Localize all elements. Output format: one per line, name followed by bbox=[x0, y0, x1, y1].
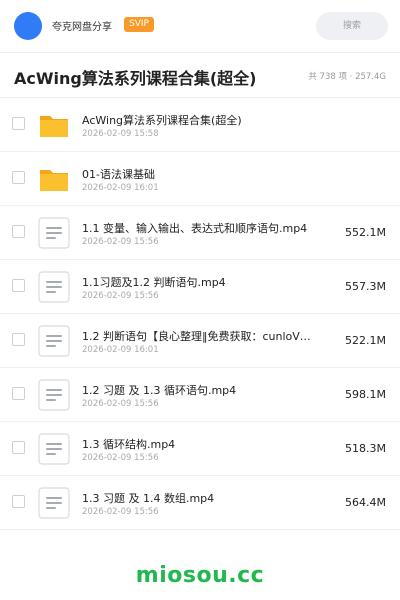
row-checkbox[interactable] bbox=[12, 117, 25, 130]
file-date: 2026-02-09 15:56 bbox=[82, 237, 159, 247]
folder-icon bbox=[38, 163, 70, 195]
file-name: 1.2 判断语句【良心整理‖免费获取：cunloV… bbox=[82, 330, 311, 343]
page-title: AcWing算法系列课程合集(超全) bbox=[14, 69, 257, 88]
file-date: 2026-02-09 15:56 bbox=[82, 453, 159, 463]
file-size: 522.1M bbox=[345, 334, 386, 347]
file-date: 2026-02-09 15:56 bbox=[82, 291, 159, 301]
folder-row[interactable]: AcWing算法系列课程合集(超全) 2026-02-09 15:58 bbox=[0, 98, 400, 152]
file-size: 564.4M bbox=[345, 496, 386, 509]
document-icon bbox=[38, 271, 70, 303]
file-size: 557.3M bbox=[345, 280, 386, 293]
row-checkbox[interactable] bbox=[12, 333, 25, 346]
file-size: 598.1M bbox=[345, 388, 386, 401]
row-checkbox[interactable] bbox=[12, 495, 25, 508]
watermark: miosou.cc bbox=[135, 563, 265, 588]
file-date: 2026-02-09 16:01 bbox=[82, 345, 159, 355]
document-icon bbox=[38, 487, 70, 519]
file-name: 1.2 习题 及 1.3 循环语句.mp4 bbox=[82, 384, 237, 397]
folder-row[interactable]: 01-语法课基础 2026-02-09 16:01 bbox=[0, 152, 400, 206]
file-row[interactable]: 1.2 判断语句【良心整理‖免费获取：cunloV… 2026-02-09 16:… bbox=[0, 314, 400, 368]
file-name: 1.3 循环结构.mp4 bbox=[82, 438, 176, 451]
file-name: 1.1习题及1.2 判断语句.mp4 bbox=[82, 276, 226, 289]
document-icon bbox=[38, 217, 70, 249]
row-checkbox[interactable] bbox=[12, 225, 25, 238]
file-date: 2026-02-09 16:01 bbox=[82, 183, 159, 193]
file-row[interactable]: 1.3 习题 及 1.4 数组.mp4 2026-02-09 15:56 564.4… bbox=[0, 476, 400, 530]
folder-header: AcWing算法系列课程合集(超全) 共 738 项 · 257.4G bbox=[0, 53, 400, 98]
file-date: 2026-02-09 15:56 bbox=[82, 399, 159, 409]
file-list: AcWing算法系列课程合集(超全) 2026-02-09 15:58 01-语法课… bbox=[0, 98, 400, 530]
document-icon bbox=[38, 379, 70, 411]
folder-summary: 共 738 项 · 257.4G bbox=[308, 72, 386, 82]
vip-badge: SVIP bbox=[124, 17, 154, 32]
file-size: 518.3M bbox=[345, 442, 386, 455]
row-checkbox[interactable] bbox=[12, 441, 25, 454]
file-row[interactable]: 1.3 循环结构.mp4 2026-02-09 15:56 518.3M bbox=[0, 422, 400, 476]
file-name: AcWing算法系列课程合集(超全) bbox=[82, 114, 242, 127]
file-row[interactable]: 1.1习题及1.2 判断语句.mp4 2026-02-09 15:56 557.3M bbox=[0, 260, 400, 314]
row-checkbox[interactable] bbox=[12, 387, 25, 400]
share-owner-name: 夸克网盘分享 bbox=[52, 22, 112, 33]
folder-icon bbox=[38, 109, 70, 141]
file-row[interactable]: 1.1 变量、输入输出、表达式和顺序语句.mp4 2026-02-09 15:56… bbox=[0, 206, 400, 260]
row-checkbox[interactable] bbox=[12, 279, 25, 292]
file-date: 2026-02-09 15:56 bbox=[82, 507, 159, 517]
avatar[interactable] bbox=[14, 12, 42, 40]
file-name: 01-语法课基础 bbox=[82, 168, 155, 181]
top-bar: 夸克网盘分享 SVIP 搜索 bbox=[0, 0, 400, 52]
file-name: 1.3 习题 及 1.4 数组.mp4 bbox=[82, 492, 215, 505]
document-icon bbox=[38, 433, 70, 465]
file-row[interactable]: 1.2 习题 及 1.3 循环语句.mp4 2026-02-09 15:56 598… bbox=[0, 368, 400, 422]
document-icon bbox=[38, 325, 70, 357]
file-date: 2026-02-09 15:58 bbox=[82, 129, 159, 139]
file-name: 1.1 变量、输入输出、表达式和顺序语句.mp4 bbox=[82, 222, 308, 235]
row-checkbox[interactable] bbox=[12, 171, 25, 184]
file-size: 552.1M bbox=[345, 226, 386, 239]
search-input[interactable]: 搜索 bbox=[316, 12, 388, 40]
